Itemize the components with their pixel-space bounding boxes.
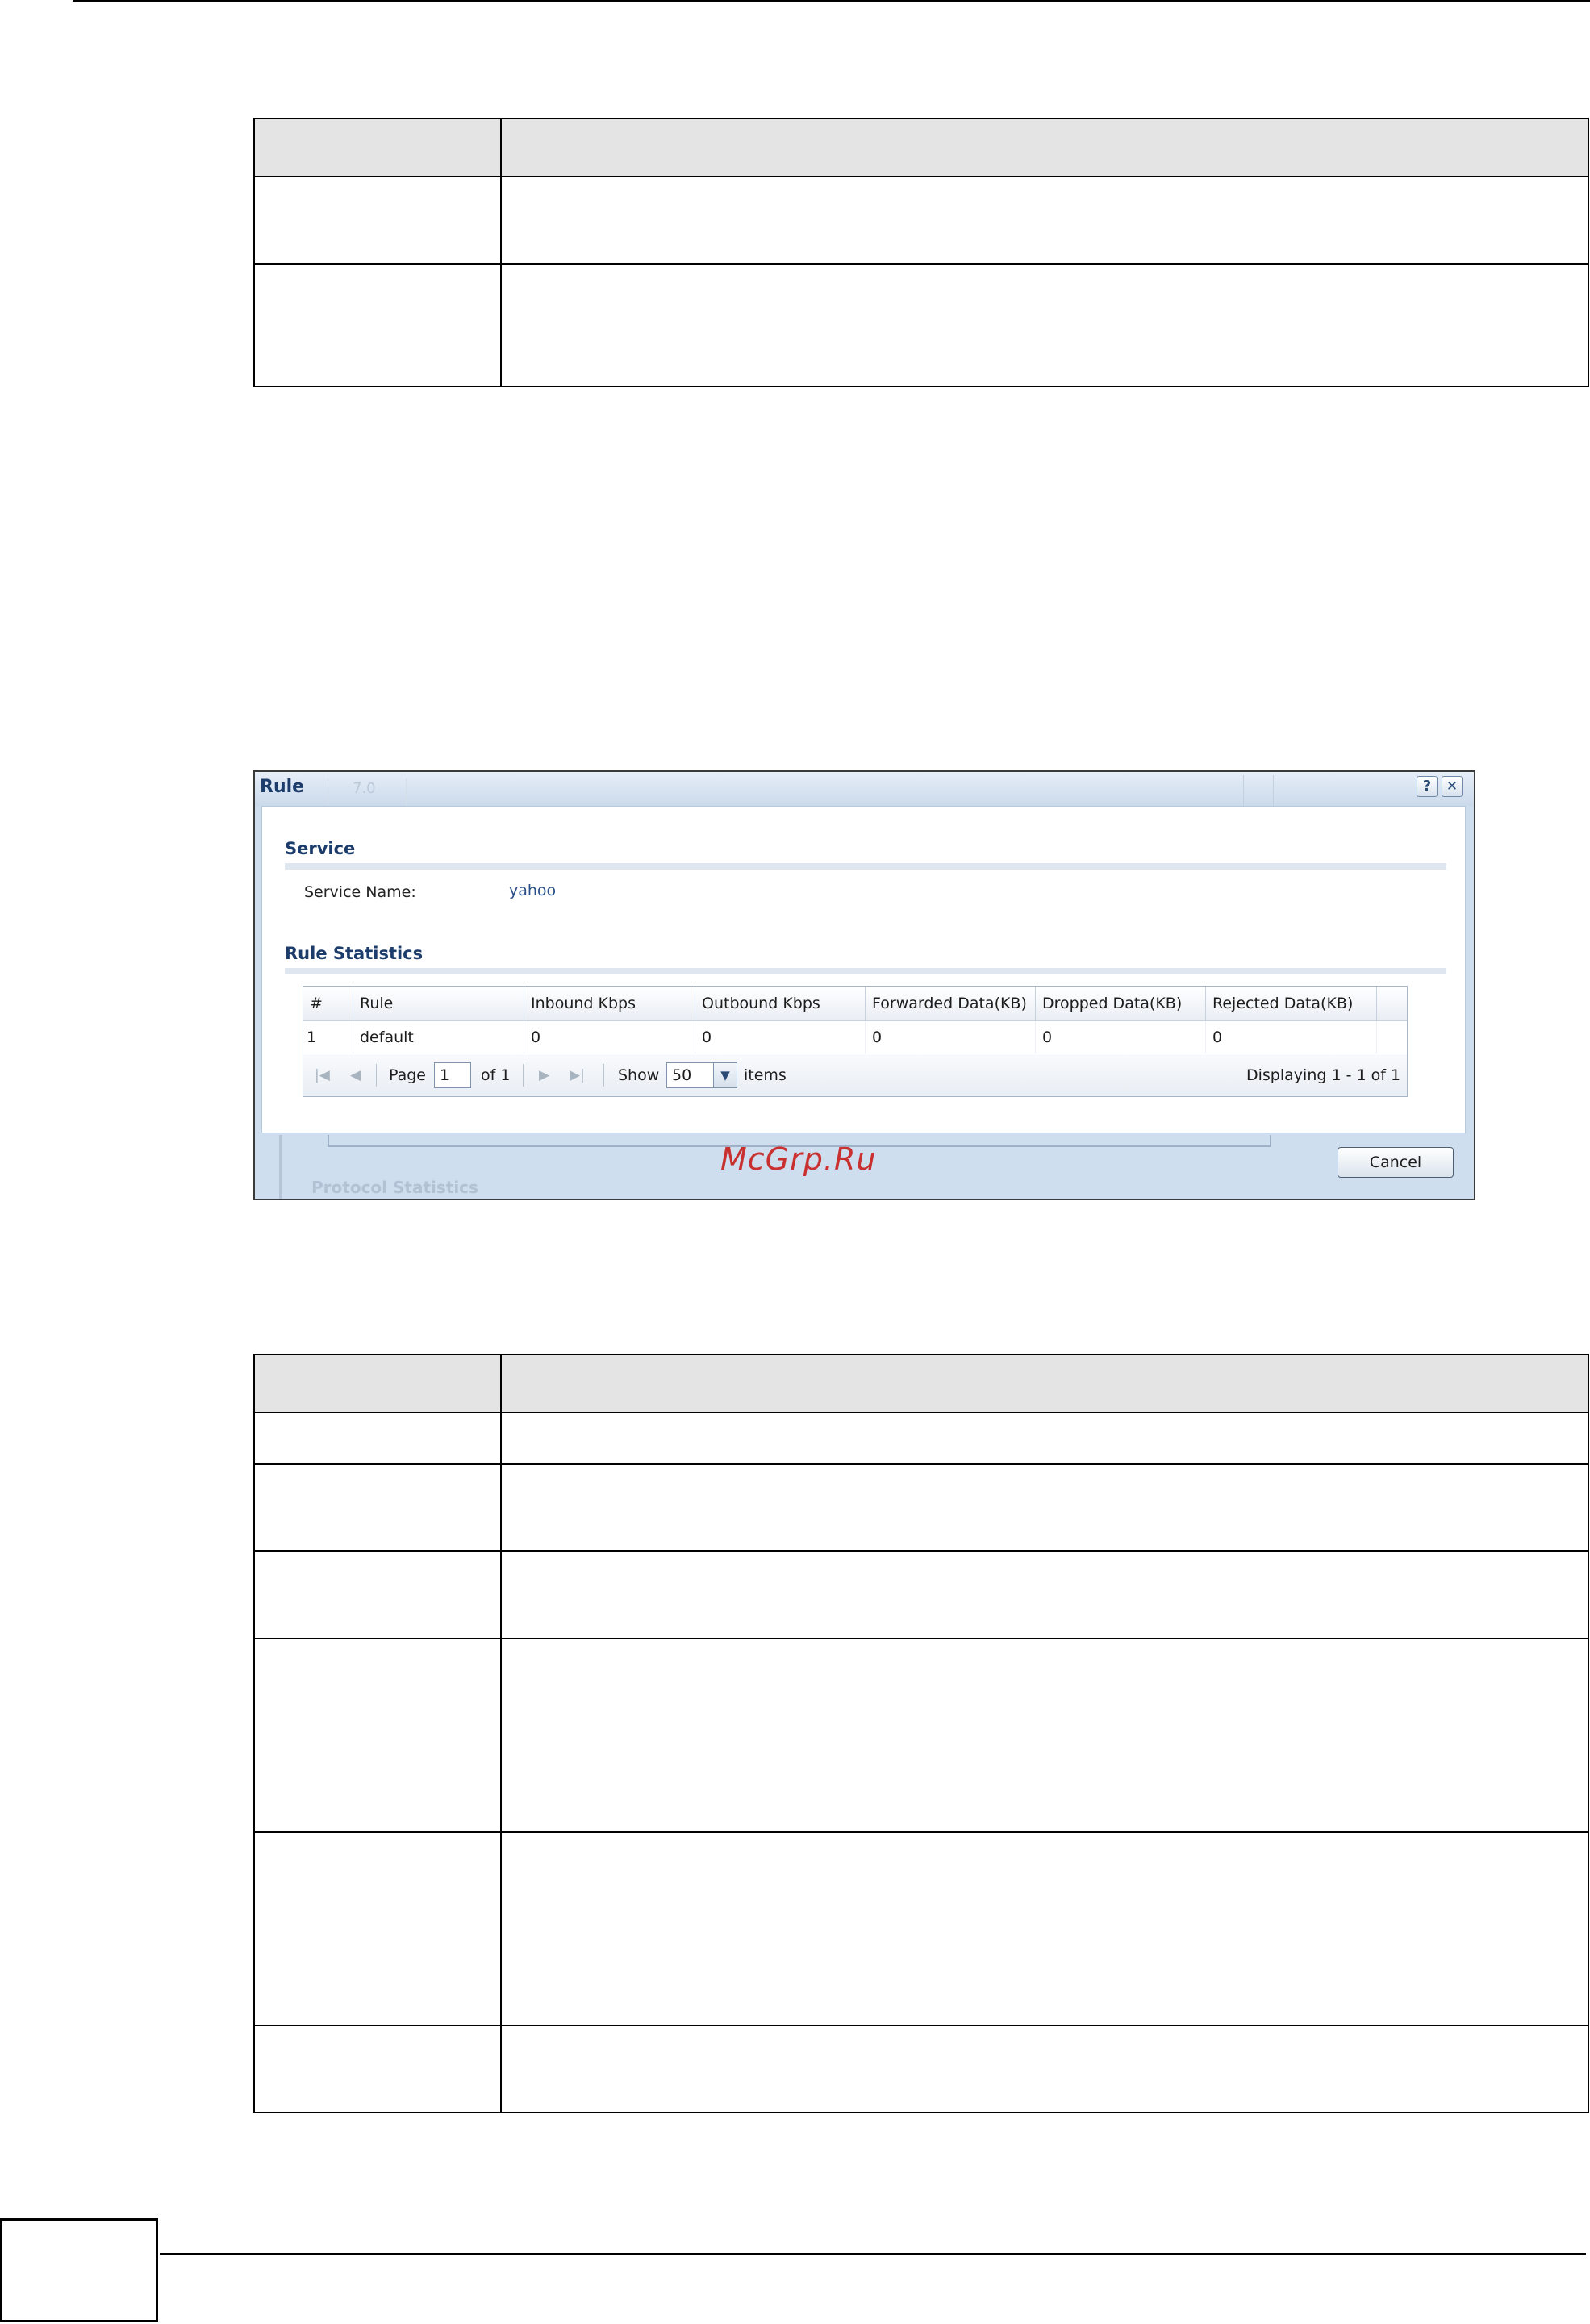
background-tab: 7.0 xyxy=(328,778,407,804)
section-divider xyxy=(285,863,1446,870)
table-row xyxy=(253,1412,1589,1465)
column-header-rule[interactable]: Rule xyxy=(353,987,524,1020)
column-header-forwarded-data[interactable]: Forwarded Data(KB) xyxy=(866,987,1036,1020)
page-count-label: of 1 xyxy=(481,1066,511,1084)
table-row xyxy=(253,1550,1589,1639)
column-header-rejected-data[interactable]: Rejected Data(KB) xyxy=(1206,987,1377,1020)
column-header-outbound-kbps[interactable]: Outbound Kbps xyxy=(695,987,866,1020)
background-panel-edge xyxy=(328,1135,329,1146)
table-row[interactable]: 1 default 0 0 0 0 0 xyxy=(303,1021,1407,1054)
table-row xyxy=(253,1638,1589,1833)
page-label: Page xyxy=(389,1066,426,1084)
table-row xyxy=(253,2025,1589,2113)
grid-header: # Rule Inbound Kbps Outbound Kbps Forwar… xyxy=(303,987,1407,1021)
pager-separator xyxy=(523,1064,524,1087)
grid-pager: |◀ ◀ Page 1 of 1 ▶ ▶| Show 50 ▼ items Di… xyxy=(303,1054,1407,1096)
watermark-text: McGrp.Ru xyxy=(720,1141,877,1177)
prev-page-icon[interactable]: ◀ xyxy=(350,1068,361,1083)
background-tab-label: 7.0 xyxy=(353,780,376,797)
page-number-input[interactable]: 1 xyxy=(434,1062,471,1088)
cell-number: 1 xyxy=(303,1021,353,1054)
background-panel-edge xyxy=(1270,1135,1271,1146)
last-page-icon[interactable]: ▶| xyxy=(570,1068,585,1083)
rule-statistics-grid: # Rule Inbound Kbps Outbound Kbps Forwar… xyxy=(303,986,1408,1097)
items-label: items xyxy=(744,1066,787,1084)
bottom-table xyxy=(253,1354,1589,2113)
service-name-value: yahoo xyxy=(509,882,557,899)
rule-dialog: 7.0 Rule ? ✕ Service Service Name: yahoo… xyxy=(253,770,1475,1200)
close-icon[interactable]: ✕ xyxy=(1442,776,1463,797)
column-header-number[interactable]: # xyxy=(303,987,353,1020)
section-divider xyxy=(285,968,1446,974)
header-rule xyxy=(73,0,1590,2)
service-name-label: Service Name: xyxy=(304,883,416,901)
dialog-body: Service Service Name: yahoo Rule Statist… xyxy=(261,806,1466,1133)
page-number-box xyxy=(0,2218,158,2322)
service-section-title: Service xyxy=(285,839,356,858)
dialog-titlebar: 7.0 Rule ? ✕ xyxy=(255,772,1474,806)
cell-rejected-data: 0 xyxy=(1206,1021,1377,1054)
displaying-count: Displaying 1 - 1 of 1 xyxy=(1246,1066,1401,1084)
cell-dropped-data: 0 xyxy=(1036,1021,1206,1054)
table-header-row xyxy=(253,118,1589,177)
table-header-row xyxy=(253,1354,1589,1413)
cell-inbound-kbps: 0 xyxy=(524,1021,695,1054)
titlebar-divider xyxy=(1273,775,1274,806)
cancel-button[interactable]: Cancel xyxy=(1338,1147,1454,1178)
cell-forwarded-data: 0 xyxy=(866,1021,1036,1054)
show-label: Show xyxy=(618,1066,660,1084)
top-table xyxy=(253,118,1589,387)
dialog-title: Rule xyxy=(260,777,305,797)
column-header-dropped-data[interactable]: Dropped Data(KB) xyxy=(1036,987,1206,1020)
titlebar-divider xyxy=(1243,775,1244,806)
table-row xyxy=(253,1463,1589,1552)
page-size-select[interactable]: 50 xyxy=(666,1062,715,1088)
pager-separator xyxy=(603,1064,604,1087)
table-row xyxy=(253,263,1589,387)
help-icon[interactable]: ? xyxy=(1417,776,1438,797)
chevron-down-icon[interactable]: ▼ xyxy=(713,1062,737,1088)
cell-rule: default xyxy=(353,1021,524,1054)
next-page-icon[interactable]: ▶ xyxy=(539,1068,549,1083)
footer-rule xyxy=(160,2253,1586,2255)
table-row xyxy=(253,176,1589,265)
background-panel-edge xyxy=(279,1135,282,1199)
rule-statistics-title: Rule Statistics xyxy=(285,944,424,963)
background-section-title: Protocol Statistics xyxy=(311,1178,478,1197)
first-page-icon[interactable]: |◀ xyxy=(315,1068,330,1083)
pager-separator xyxy=(376,1064,377,1087)
column-header-inbound-kbps[interactable]: Inbound Kbps xyxy=(524,987,695,1020)
cell-outbound-kbps: 0 xyxy=(695,1021,866,1054)
table-row xyxy=(253,1831,1589,2026)
